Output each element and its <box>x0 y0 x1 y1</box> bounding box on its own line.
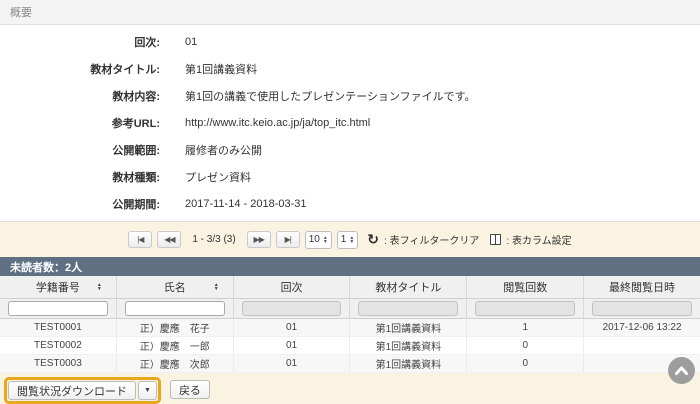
first-page-button[interactable]: |◀ <box>128 231 152 248</box>
page-size-value: 10 <box>309 234 320 245</box>
column-settings-icon[interactable] <box>490 234 501 245</box>
table-row[interactable]: TEST0002 正）慶應 一郎 01 第1回講義資料 0 <box>0 337 700 355</box>
unread-count-bar: 未読者数：2人 <box>0 257 700 276</box>
overview-title: 概要 <box>10 4 32 20</box>
cell-session: 01 <box>234 319 351 336</box>
overview-panel: 回次: 01 教材タイトル: 第1回講義資料 教材内容: 第1回の講義で使用した… <box>0 25 700 222</box>
field-label: 教材内容: <box>0 88 160 104</box>
field-reference-url: 参考URL: http://www.itc.keio.ac.jp/ja/top_… <box>0 109 700 136</box>
field-value: http://www.itc.keio.ac.jp/ja/top_itc.htm… <box>185 117 370 129</box>
filter-cell-name <box>117 299 234 318</box>
table-filter-row <box>0 299 700 319</box>
field-value: 01 <box>185 36 197 48</box>
field-label: 回次: <box>0 34 160 50</box>
section-header-overview: 概要 <box>0 0 700 25</box>
column-header-name[interactable]: 氏名 ▲▼ <box>117 276 234 298</box>
sort-icon[interactable]: ▲▼ <box>97 283 102 291</box>
cell-material-title: 第1回講義資料 <box>350 319 467 336</box>
cell-view-count: 0 <box>467 337 584 354</box>
learning-material-detail-page: 概要 回次: 01 教材タイトル: 第1回講義資料 教材内容: 第1回の講義で使… <box>0 0 700 404</box>
column-header-session: 回次 <box>234 276 351 298</box>
cell-name: 正）慶應 一郎 <box>117 337 234 354</box>
cell-session: 01 <box>234 337 351 354</box>
filter-input-last-viewed <box>592 301 692 316</box>
table-header-row: 学籍番号 ▲▼ 氏名 ▲▼ 回次 教材タイトル 閲覧回数 最終閲覧日時 <box>0 276 700 299</box>
column-header-student-id[interactable]: 学籍番号 ▲▼ <box>0 276 117 298</box>
cell-student-id: TEST0001 <box>0 319 117 336</box>
filter-input-material-title <box>358 301 458 316</box>
field-publish-period: 公開期間: 2017-11-14 - 2018-03-31 <box>0 190 700 217</box>
cell-student-id: TEST0003 <box>0 355 117 372</box>
filter-cell-last-viewed <box>584 299 700 318</box>
caret-down-icon: ▼ <box>144 387 151 394</box>
column-header-view-count: 閲覧回数 <box>467 276 584 298</box>
stepper-arrows-icon: ▲▼ <box>323 236 328 244</box>
page-number-value: 1 <box>341 234 347 245</box>
column-header-last-viewed: 最終閲覧日時 <box>584 276 700 298</box>
field-value: 2017-11-14 - 2018-03-31 <box>185 198 307 210</box>
filter-cell-view-count <box>467 299 584 318</box>
next-page-button[interactable]: ▶▶ <box>247 231 271 248</box>
field-label: 教材種類: <box>0 169 160 185</box>
cell-session: 01 <box>234 355 351 372</box>
footer-actions: 閲覧状況ダウンロード ▼ 戻る <box>0 373 700 404</box>
field-material-title: 教材タイトル: 第1回講義資料 <box>0 55 700 82</box>
cell-name: 正）慶應 次郎 <box>117 355 234 372</box>
filter-cell-material-title <box>350 299 467 318</box>
prev-page-button[interactable]: ◀◀ <box>157 231 181 248</box>
column-header-material-title: 教材タイトル <box>350 276 467 298</box>
field-session: 回次: 01 <box>0 28 700 55</box>
field-material-type: 教材種類: プレゼン資料 <box>0 163 700 190</box>
cell-view-count: 0 <box>467 355 584 372</box>
cell-student-id: TEST0002 <box>0 337 117 354</box>
scroll-to-top-button[interactable] <box>668 357 695 384</box>
page-size-select[interactable]: 10 ▲▼ <box>305 231 332 249</box>
sort-icon[interactable]: ▲▼ <box>214 283 219 291</box>
field-publish-scope: 公開範囲: 履修者のみ公開 <box>0 136 700 163</box>
column-settings-label: : 表カラム設定 <box>506 232 571 247</box>
cell-last-viewed <box>584 337 700 354</box>
field-label: 参考URL: <box>0 115 160 131</box>
field-value: 第1回講義資料 <box>185 61 257 77</box>
cell-view-count: 1 <box>467 319 584 336</box>
unread-count-text: 未読者数：2人 <box>10 259 82 275</box>
cell-last-viewed: 2017-12-06 13:22 <box>584 319 700 336</box>
filter-input-name[interactable] <box>125 301 225 316</box>
field-label: 公開期間: <box>0 196 160 212</box>
field-label: 公開範囲: <box>0 142 160 158</box>
field-value: 履修者のみ公開 <box>185 142 262 158</box>
table-row[interactable]: TEST0001 正）慶應 花子 01 第1回講義資料 1 2017-12-06… <box>0 319 700 337</box>
cell-name: 正）慶應 花子 <box>117 319 234 336</box>
download-dropdown-toggle[interactable]: ▼ <box>138 381 157 400</box>
field-label: 教材タイトル: <box>0 61 160 77</box>
filter-cell-student-id <box>0 299 117 318</box>
filter-input-view-count <box>475 301 575 316</box>
cell-material-title: 第1回講義資料 <box>350 355 467 372</box>
field-value: 第1回の講義で使用したプレゼンテーションファイルです。 <box>185 88 475 104</box>
last-page-button[interactable]: ▶| <box>276 231 300 248</box>
page-number-select[interactable]: 1 ▲▼ <box>337 231 359 249</box>
back-button[interactable]: 戻る <box>170 380 210 399</box>
field-material-content: 教材内容: 第1回の講義で使用したプレゼンテーションファイルです。 <box>0 82 700 109</box>
page-range-text: 1 - 3/3 (3) <box>192 234 235 245</box>
highlight-annotation-box: 閲覧状況ダウンロード ▼ <box>4 377 161 404</box>
table-row[interactable]: TEST0003 正）慶應 次郎 01 第1回講義資料 0 <box>0 355 700 373</box>
filter-input-session <box>242 301 342 316</box>
field-value: プレゼン資料 <box>185 169 251 185</box>
filter-clear-label: : 表フィルタークリア <box>384 232 479 247</box>
download-view-status-button[interactable]: 閲覧状況ダウンロード <box>8 381 136 400</box>
filter-input-student-id[interactable] <box>8 301 108 316</box>
refresh-filter-clear-icon[interactable]: ↻ <box>367 231 379 248</box>
pagination-bar: |◀ ◀◀ 1 - 3/3 (3) ▶▶ ▶| 10 ▲▼ 1 ▲▼ ↻ : 表… <box>0 222 700 257</box>
stepper-arrows-icon: ▲▼ <box>349 236 354 244</box>
chevron-up-icon <box>675 366 688 375</box>
cell-material-title: 第1回講義資料 <box>350 337 467 354</box>
filter-cell-session <box>234 299 351 318</box>
